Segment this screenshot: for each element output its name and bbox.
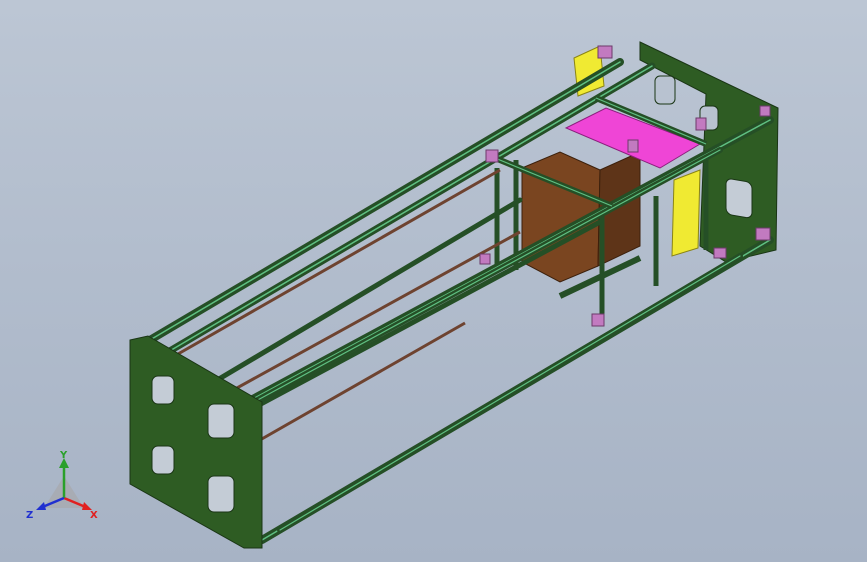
back-plate-cutout	[654, 75, 676, 105]
isometric-frame-assembly[interactable]	[0, 0, 867, 562]
x-axis-label: X	[90, 510, 98, 521]
back-plate-cutout	[725, 178, 753, 219]
z-axis-label: Z	[26, 510, 33, 521]
x-arrow-head	[82, 502, 92, 510]
orientation-triad: X Y Z	[26, 450, 98, 521]
z-arrow-head	[36, 502, 46, 510]
cad-viewport[interactable]: X Y Z	[0, 0, 867, 562]
y-axis-label: Y	[59, 450, 68, 461]
yellow-side-panel-lower[interactable]	[671, 169, 701, 257]
